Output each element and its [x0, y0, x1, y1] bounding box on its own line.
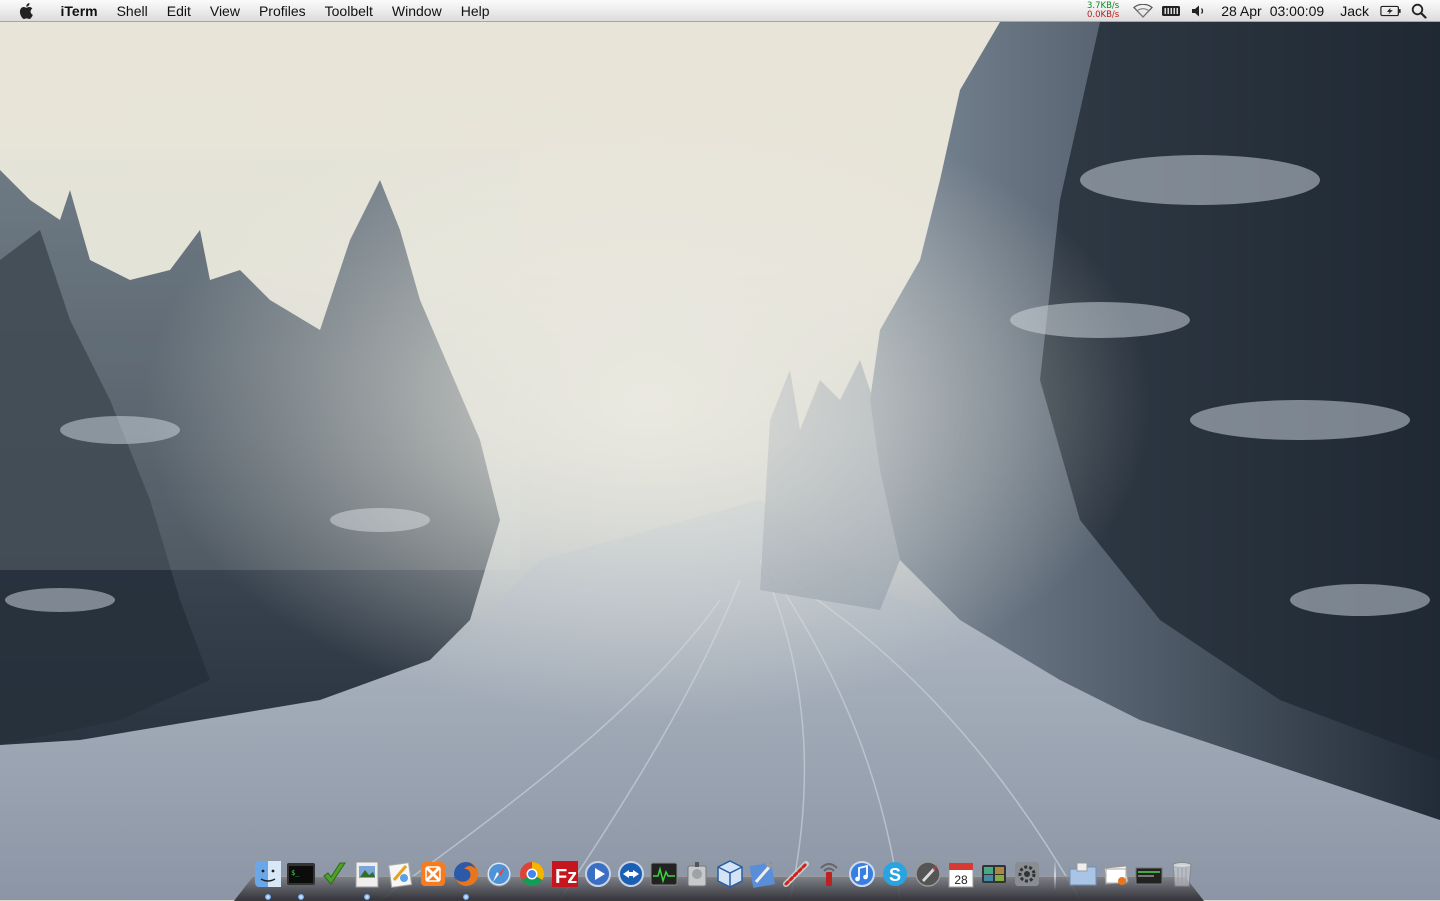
- menu-window[interactable]: Window: [382, 0, 451, 22]
- skype-icon[interactable]: S: [879, 858, 911, 890]
- menu-shell[interactable]: Shell: [107, 0, 157, 22]
- svg-text:Fz: Fz: [555, 866, 577, 888]
- xampp-icon[interactable]: [417, 858, 449, 890]
- snow-forest-scene: [0, 0, 1440, 900]
- clock-date[interactable]: 28 Apr: [1213, 3, 1265, 19]
- net-download-rate: 0.0KB/s: [1087, 10, 1120, 20]
- calendar-icon[interactable]: 28: [945, 858, 977, 890]
- finder-icon[interactable]: [252, 858, 284, 900]
- trash-icon[interactable]: [1166, 858, 1198, 890]
- apple-menu-icon[interactable]: [19, 2, 37, 20]
- network-utility-icon[interactable]: [780, 858, 812, 890]
- menu-view[interactable]: View: [200, 0, 249, 22]
- virtualbox-icon[interactable]: [714, 858, 746, 890]
- battery-icon[interactable]: [1380, 0, 1402, 22]
- xcode-icon[interactable]: [747, 858, 779, 890]
- app-store-icon[interactable]: [978, 858, 1010, 890]
- svg-text:S: S: [889, 865, 901, 885]
- documents-stack-icon[interactable]: [1100, 858, 1132, 890]
- teamviewer-icon[interactable]: [615, 858, 647, 890]
- chrome-icon[interactable]: [516, 858, 548, 890]
- system-preferences-icon[interactable]: [1011, 858, 1043, 890]
- calendar-day: 28: [954, 873, 968, 887]
- dock: $_ Fz S 28: [252, 856, 1198, 900]
- iterm-icon[interactable]: $_: [285, 858, 317, 900]
- activity-monitor-icon[interactable]: [648, 858, 680, 890]
- menu-toolbelt[interactable]: Toolbelt: [315, 0, 382, 22]
- menu-edit[interactable]: Edit: [157, 0, 200, 22]
- running-indicator: [265, 894, 271, 900]
- memory-monitor-icon[interactable]: [1160, 0, 1182, 22]
- airport-utility-icon[interactable]: [813, 858, 845, 890]
- running-indicator: [364, 894, 370, 900]
- disk-utility-icon[interactable]: [681, 858, 713, 890]
- volume-icon[interactable]: [1188, 0, 1210, 22]
- launchpad-icon[interactable]: [912, 858, 944, 890]
- itunes-icon[interactable]: [846, 858, 878, 890]
- user-menu[interactable]: Jack: [1332, 3, 1377, 19]
- wifi-icon[interactable]: [1132, 0, 1154, 22]
- svg-text:$_: $_: [291, 869, 300, 877]
- menu-bar: iTerm Shell Edit View Profiles Toolbelt …: [0, 0, 1440, 22]
- menu-profiles[interactable]: Profiles: [249, 0, 315, 22]
- filezilla-icon[interactable]: Fz: [549, 858, 581, 890]
- quicktime-icon[interactable]: [582, 858, 614, 890]
- app-menu[interactable]: iTerm: [51, 0, 107, 22]
- safari-icon[interactable]: [483, 858, 515, 890]
- status-area: 3.7KB/s 0.0KB/s 28 Apr 03:00:09 Jack: [1087, 0, 1440, 22]
- running-indicator: [298, 894, 304, 900]
- network-meter[interactable]: 3.7KB/s 0.0KB/s: [1087, 2, 1119, 20]
- desktop-wallpaper: [0, 0, 1440, 900]
- downloads-stack-icon[interactable]: [1133, 858, 1165, 890]
- spotlight-search-icon[interactable]: [1408, 0, 1430, 22]
- menu-help[interactable]: Help: [451, 0, 499, 22]
- dock-separator: [1054, 860, 1056, 890]
- script-editor-icon[interactable]: [384, 858, 416, 890]
- preview-icon[interactable]: [351, 858, 383, 900]
- clock-time[interactable]: 03:00:09: [1266, 3, 1333, 19]
- applications-stack-icon[interactable]: [1067, 858, 1099, 890]
- textwrangler-icon[interactable]: [318, 858, 350, 890]
- running-indicator: [463, 894, 469, 900]
- firefox-icon[interactable]: [450, 858, 482, 900]
